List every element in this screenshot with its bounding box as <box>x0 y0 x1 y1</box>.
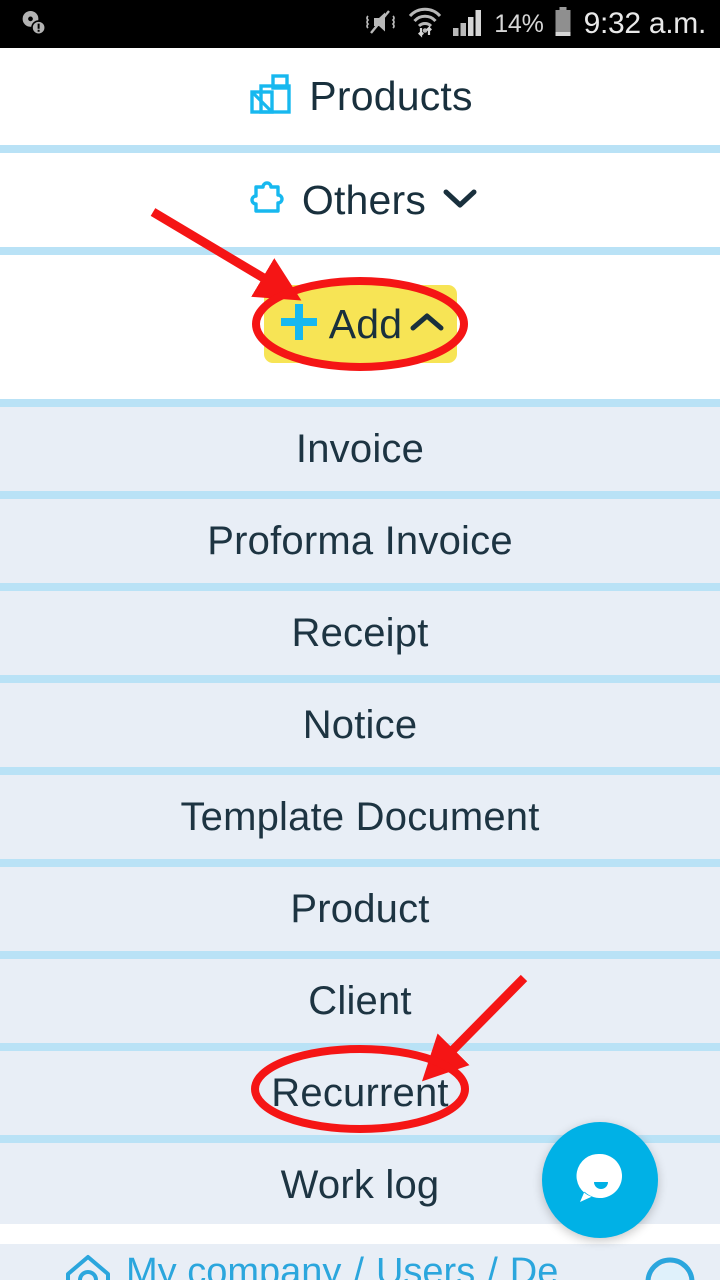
breadcrumb-item-company[interactable]: My company <box>126 1251 341 1280</box>
battery-icon <box>553 6 573 43</box>
wifi-data-icon <box>408 6 442 43</box>
menu-item-proforma-invoice[interactable]: Proforma Invoice <box>0 491 720 583</box>
package-box-icon <box>247 70 295 123</box>
nav-products-label: Products <box>309 73 473 119</box>
menu-item-label: Notice <box>302 702 418 747</box>
chat-bubble-icon <box>568 1146 632 1215</box>
footer-breadcrumb-bar: My company / Users / De <box>0 1244 720 1280</box>
battery-percent-label: 14% <box>494 9 544 38</box>
app-screen: 14% 9:32 a.m. Products Others Add Invoic… <box>0 0 720 1280</box>
menu-item-recurrent[interactable]: Recurrent <box>0 1043 720 1135</box>
menu-item-label: Template Document <box>180 794 540 839</box>
puzzle-piece-icon <box>240 174 288 227</box>
divider <box>0 247 720 255</box>
menu-item-invoice[interactable]: Invoice <box>0 399 720 491</box>
menu-item-receipt[interactable]: Receipt <box>0 583 720 675</box>
storage-alert-icon <box>18 7 48 42</box>
status-bar: 14% 9:32 a.m. <box>0 0 720 48</box>
nav-others-label: Others <box>301 176 427 223</box>
breadcrumb-separator: / <box>353 1251 364 1280</box>
nav-item-others[interactable]: Others <box>0 153 720 247</box>
breadcrumb-separator: / <box>487 1251 498 1280</box>
menu-item-label: Receipt <box>291 610 429 655</box>
menu-item-notice[interactable]: Notice <box>0 675 720 767</box>
mute-vibrate-icon <box>363 7 399 42</box>
add-button-label: Add <box>328 300 403 347</box>
add-dropdown-menu: Invoice Proforma Invoice Receipt Notice … <box>0 399 720 1227</box>
breadcrumb: My company / Users / De <box>62 1250 558 1280</box>
chat-bubble-peek-icon[interactable] <box>642 1248 698 1280</box>
breadcrumb-item-de[interactable]: De <box>510 1251 559 1280</box>
plus-icon <box>275 298 323 351</box>
divider <box>0 145 720 153</box>
menu-item-label: Proforma Invoice <box>207 518 513 563</box>
nav-item-products[interactable]: Products <box>0 48 720 145</box>
chevron-down-icon <box>440 184 480 217</box>
menu-item-label: Invoice <box>295 426 425 471</box>
home-icon[interactable] <box>62 1250 114 1280</box>
breadcrumb-item-users[interactable]: Users <box>376 1251 475 1280</box>
menu-item-label: Work log <box>280 1162 440 1207</box>
menu-item-label: Product <box>290 886 430 931</box>
menu-item-label: Client <box>308 978 412 1023</box>
menu-item-label: Recurrent <box>271 1070 449 1115</box>
clock-label: 9:32 a.m. <box>583 7 707 40</box>
menu-item-template-document[interactable]: Template Document <box>0 767 720 859</box>
add-button[interactable]: Add <box>264 285 457 363</box>
cellular-signal-icon <box>451 7 485 42</box>
menu-item-product[interactable]: Product <box>0 859 720 951</box>
chevron-up-icon <box>408 309 446 340</box>
menu-item-client[interactable]: Client <box>0 951 720 1043</box>
chat-widget-button[interactable] <box>542 1122 658 1238</box>
